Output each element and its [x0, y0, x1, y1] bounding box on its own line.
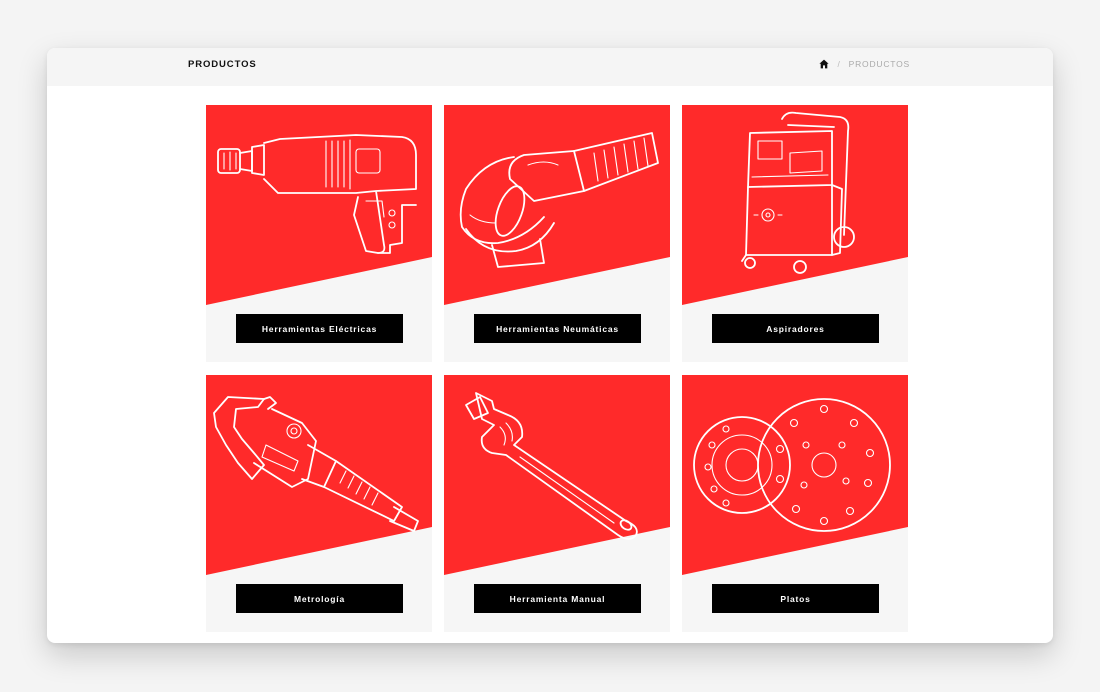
product-button[interactable]: Metrología	[236, 584, 403, 613]
product-button[interactable]: Herramientas Neumáticas	[474, 314, 641, 343]
breadcrumb: / PRODUCTOS	[819, 59, 910, 69]
page-title: PRODUCTOS	[188, 59, 257, 70]
browser-window: PRODUCTOS / PRODUCTOS Herramientas Eléct…	[47, 48, 1053, 643]
drill-icon	[217, 134, 417, 254]
breadcrumb-current: PRODUCTOS	[848, 59, 910, 69]
product-card-herramienta-manual[interactable]: Herramienta Manual	[444, 375, 670, 632]
micrometer-icon	[213, 396, 419, 532]
breadcrumb-separator: /	[837, 59, 841, 69]
angle-grinder-icon	[459, 132, 659, 268]
product-button[interactable]: Herramienta Manual	[474, 584, 641, 613]
wrench-icon	[465, 392, 638, 540]
vacuum-cleaner-icon	[741, 111, 855, 274]
product-button[interactable]: Platos	[712, 584, 879, 613]
product-button[interactable]: Aspiradores	[712, 314, 879, 343]
sanding-disc-icon	[693, 398, 891, 532]
product-card-metrologia[interactable]: Metrología	[206, 375, 432, 632]
product-grid: Herramientas Eléctricas Herramientas Neu…	[206, 105, 908, 632]
product-card-herramientas-electricas[interactable]: Herramientas Eléctricas	[206, 105, 432, 362]
product-card-platos[interactable]: Platos	[682, 375, 908, 632]
product-button[interactable]: Herramientas Eléctricas	[236, 314, 403, 343]
product-card-aspiradores[interactable]: Aspiradores	[682, 105, 908, 362]
home-icon[interactable]	[819, 59, 830, 69]
product-card-herramientas-neumaticas[interactable]: Herramientas Neumáticas	[444, 105, 670, 362]
page-header-bar: PRODUCTOS / PRODUCTOS	[47, 48, 1053, 86]
